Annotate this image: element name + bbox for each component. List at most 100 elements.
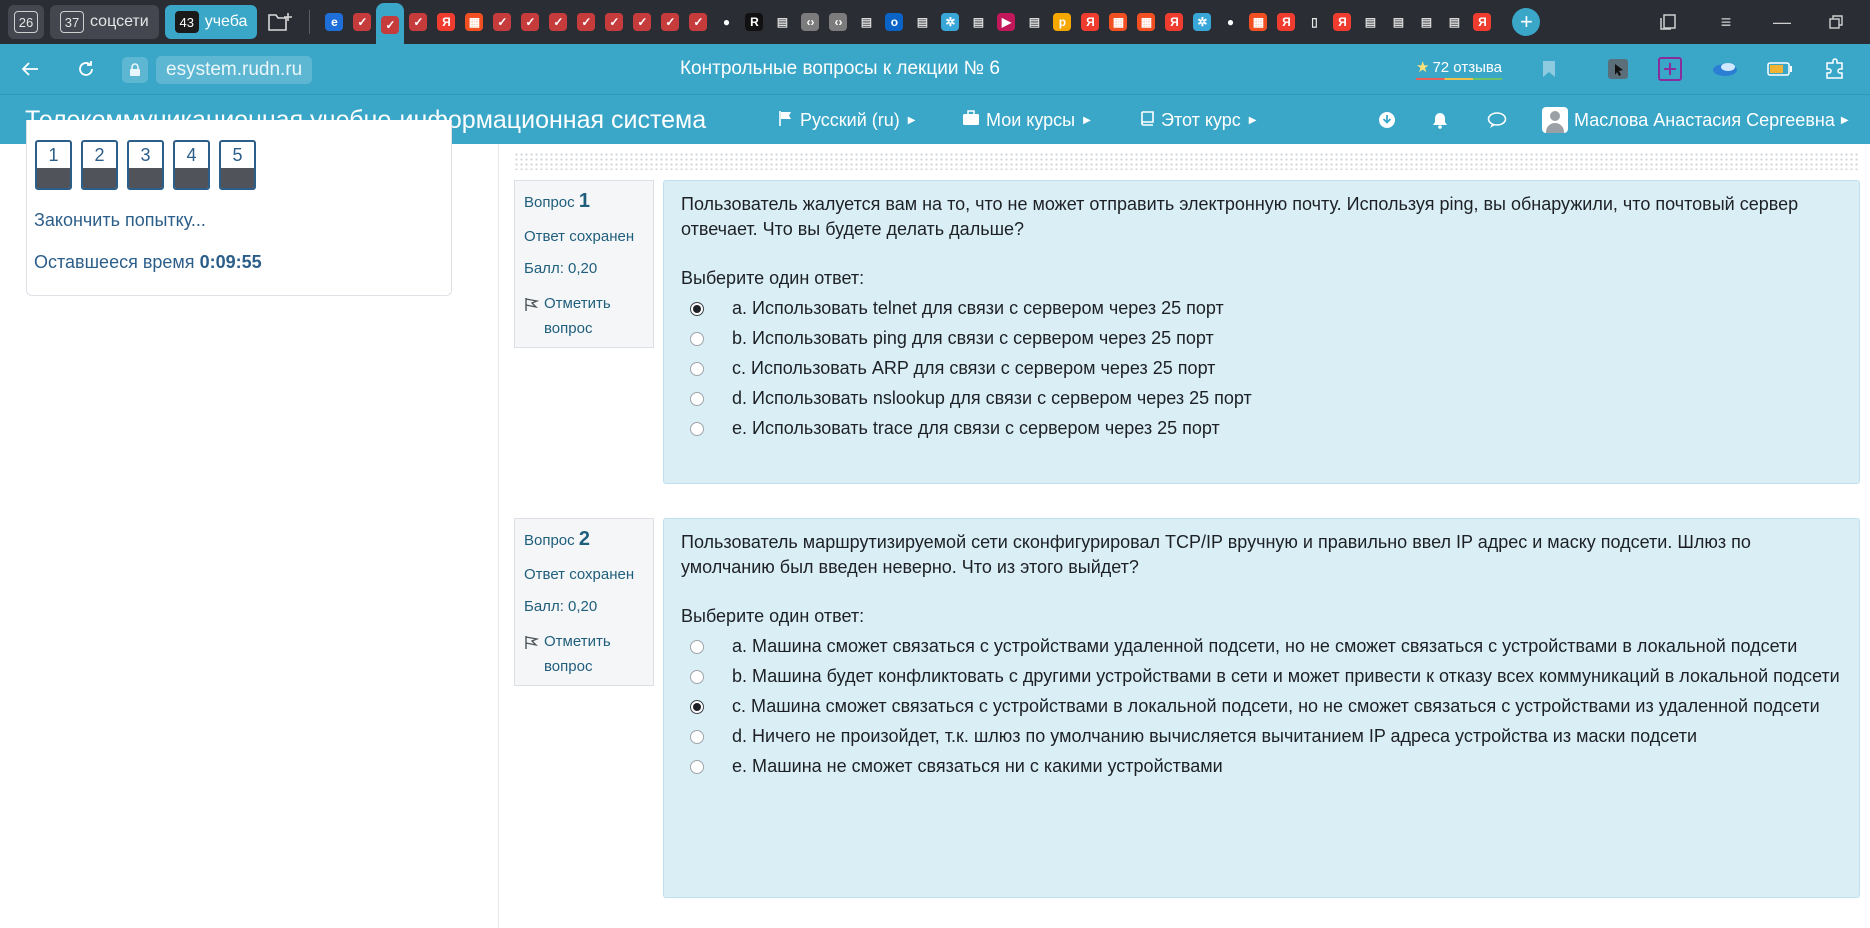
pinned-tab-26[interactable]: ▤ — [1020, 0, 1048, 44]
pinned-tab-21[interactable]: o — [880, 0, 908, 44]
pinned-tab-7[interactable]: ✓ — [488, 0, 516, 44]
pinned-tab-6[interactable]: ▦ — [460, 0, 488, 44]
radio-button[interactable] — [690, 392, 704, 406]
my-courses-menu[interactable]: Мои курсы ▶ — [962, 95, 1091, 145]
this-course-menu[interactable]: Этот курс ▶ — [1139, 95, 1256, 145]
pinned-tab-22[interactable]: ▤ — [908, 0, 936, 44]
tab-group-3[interactable]: 43 учеба — [164, 5, 258, 39]
radio-button[interactable] — [690, 760, 704, 774]
download-icon[interactable] — [1367, 95, 1407, 145]
minimize-icon[interactable]: — — [1756, 0, 1808, 44]
pinned-tab-31[interactable]: Я — [1160, 0, 1188, 44]
pinned-tab-38[interactable]: ▤ — [1356, 0, 1384, 44]
quiz-nav-button-2[interactable]: 2 — [81, 140, 118, 190]
answer-label[interactable]: a. Машина сможет связаться с устройствам… — [712, 634, 1842, 659]
pinned-tab-8[interactable]: ✓ — [516, 0, 544, 44]
pinned-tab-37[interactable]: Я — [1328, 0, 1356, 44]
answer-option[interactable]: d. Использовать nslookup для связи с сер… — [681, 383, 1842, 413]
answer-label[interactable]: d. Ничего не произойдет, т.к. шлюз по ум… — [712, 724, 1842, 749]
lock-icon[interactable] — [122, 57, 148, 83]
pinned-tab-15[interactable]: ● — [712, 0, 740, 44]
language-menu[interactable]: Русский (ru) ▶ — [778, 95, 916, 145]
user-menu[interactable]: Маслова Анастасия Сергеевна ▶ — [1542, 95, 1849, 145]
quiz-nav-button-5[interactable]: 5 — [219, 140, 256, 190]
answer-option[interactable]: e. Машина не сможет связаться ни с каким… — [681, 751, 1842, 781]
answer-option[interactable]: d. Ничего не произойдет, т.к. шлюз по ум… — [681, 721, 1842, 751]
pinned-tab-12[interactable]: ✓ — [628, 0, 656, 44]
chat-icon[interactable] — [1477, 95, 1517, 145]
quiz-nav-button-4[interactable]: 4 — [173, 140, 210, 190]
answer-label[interactable]: b. Машина будет конфликтовать с другими … — [712, 664, 1842, 689]
pinned-tab-28[interactable]: Я — [1076, 0, 1104, 44]
answer-option[interactable]: e. Использовать trace для связи с сервер… — [681, 413, 1842, 443]
new-tab-group-icon[interactable] — [263, 5, 297, 39]
pinned-tab-35[interactable]: Я — [1272, 0, 1300, 44]
radio-button[interactable] — [690, 730, 704, 744]
add-tab-icon[interactable]: + — [1512, 8, 1541, 36]
pinned-tab-27[interactable]: p — [1048, 0, 1076, 44]
pinned-tab-36[interactable]: ▯ — [1300, 0, 1328, 44]
pinned-tab-5[interactable]: Я — [432, 0, 460, 44]
pinned-tab-34[interactable]: ▦ — [1244, 0, 1272, 44]
restore-window-icon[interactable] — [1810, 0, 1862, 44]
pinned-tab-24[interactable]: ▤ — [964, 0, 992, 44]
pinned-tab-25[interactable]: ▶ — [992, 0, 1020, 44]
pinned-tab-23[interactable]: ✲ — [936, 0, 964, 44]
add-extension-icon[interactable] — [1650, 44, 1690, 94]
pinned-tab-40[interactable]: ▤ — [1412, 0, 1440, 44]
reviews-badge[interactable]: ★ 72 отзыва — [1416, 58, 1502, 80]
pinned-tab-29[interactable]: ▦ — [1104, 0, 1132, 44]
reload-icon[interactable] — [66, 44, 106, 94]
bookmarks-panel-icon[interactable] — [1642, 0, 1694, 44]
pinned-tab-13[interactable]: ✓ — [656, 0, 684, 44]
radio-button[interactable] — [690, 640, 704, 654]
tab-group-2[interactable]: 37 соцсети — [50, 5, 159, 39]
answer-option[interactable]: b. Машина будет конфликтовать с другими … — [681, 661, 1842, 691]
pinned-tab-9[interactable]: ✓ — [544, 0, 572, 44]
menu-icon[interactable]: ≡ — [1700, 0, 1752, 44]
answer-label[interactable]: c. Использовать ARP для связи с сервером… — [712, 356, 1842, 381]
pinned-tab-1[interactable]: e — [320, 0, 348, 44]
radio-button[interactable] — [690, 302, 704, 316]
url-field[interactable]: esystem.rudn.ru — [122, 56, 313, 84]
pinned-tab-3[interactable]: ✓ — [376, 3, 405, 47]
answer-label[interactable]: e. Машина не сможет связаться ни с каким… — [712, 754, 1842, 779]
pinned-tab-33[interactable]: ● — [1216, 0, 1244, 44]
pinned-tab-20[interactable]: ▤ — [852, 0, 880, 44]
pinned-tab-10[interactable]: ✓ — [572, 0, 600, 44]
flag-question-link[interactable]: Отметить вопрос — [524, 629, 644, 679]
answer-option[interactable]: b. Использовать ping для связи с серверо… — [681, 323, 1842, 353]
finish-attempt-link[interactable]: Закончить попытку... — [34, 210, 206, 231]
pinned-tab-18[interactable]: ‹› — [796, 0, 824, 44]
radio-button[interactable] — [690, 362, 704, 376]
pinned-tab-16[interactable]: R — [740, 0, 768, 44]
pinned-tab-17[interactable]: ▤ — [768, 0, 796, 44]
answer-option[interactable]: a. Использовать telnet для связи с серве… — [681, 293, 1842, 323]
quiz-nav-button-3[interactable]: 3 — [127, 140, 164, 190]
answer-label[interactable]: a. Использовать telnet для связи с серве… — [712, 296, 1842, 321]
bell-icon[interactable] — [1420, 95, 1460, 145]
pinned-tab-19[interactable]: ‹› — [824, 0, 852, 44]
flag-question-link[interactable]: Отметить вопрос — [524, 291, 644, 341]
battery-icon[interactable] — [1760, 44, 1800, 94]
answer-label[interactable]: e. Использовать trace для связи с сервер… — [712, 416, 1842, 441]
quiz-nav-button-1[interactable]: 1 — [35, 140, 72, 190]
radio-button[interactable] — [690, 670, 704, 684]
extensions-icon[interactable] — [1815, 44, 1855, 94]
url-domain[interactable]: esystem.rudn.ru — [156, 56, 313, 84]
bookmark-icon[interactable] — [1529, 44, 1569, 94]
pinned-tab-30[interactable]: ▦ — [1132, 0, 1160, 44]
radio-button[interactable] — [690, 332, 704, 346]
cursor-extension-icon[interactable] — [1598, 44, 1638, 94]
tab-group-1[interactable]: 26 — [8, 5, 44, 39]
answer-label[interactable]: c. Машина сможет связаться с устройствам… — [712, 694, 1842, 719]
pinned-tab-32[interactable]: ✲ — [1188, 0, 1216, 44]
answer-label[interactable]: b. Использовать ping для связи с серверо… — [712, 326, 1842, 351]
vpn-extension-icon[interactable] — [1705, 44, 1745, 94]
pinned-tab-4[interactable]: ✓ — [404, 0, 432, 44]
answer-option[interactable]: a. Машина сможет связаться с устройствам… — [681, 631, 1842, 661]
radio-button[interactable] — [690, 422, 704, 436]
pinned-tab-41[interactable]: ▤ — [1440, 0, 1468, 44]
answer-option[interactable]: c. Использовать ARP для связи с сервером… — [681, 353, 1842, 383]
pinned-tab-2[interactable]: ✓ — [348, 0, 376, 44]
